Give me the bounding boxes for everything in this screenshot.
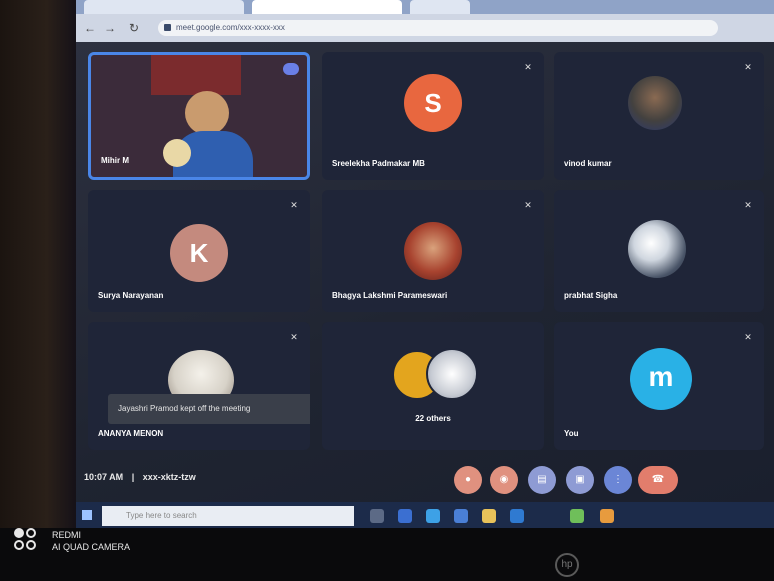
meet-control-bar: 10:07 AM | xxx-xktz-tzw ● ◉ ▤ ▣ ⋮ ☎ [76,460,774,502]
others-count: 22 others [415,414,451,423]
participant-name: Surya Narayanan [98,291,164,300]
participant-face [185,91,229,135]
mic-muted-icon: ✕ [744,332,752,342]
taskbar-search-placeholder: Type here to search [126,511,197,520]
url-text: meet.google.com/xxx-xxxx-xxx [176,23,285,32]
browser-tab-1[interactable] [84,0,244,14]
back-arrow-icon[interactable]: ← [82,20,98,36]
mic-muted-icon: ✕ [524,62,532,72]
edge-icon[interactable] [398,509,412,523]
mic-toggle-button[interactable]: ● [454,466,482,494]
mic-muted-icon: ✕ [744,62,752,72]
browser-tab-3[interactable] [410,0,470,14]
mic-muted-icon: ✕ [290,200,298,210]
camera-icon: ◉ [499,474,509,485]
participant-tile-7[interactable]: ✕ Jayashri Pramod kept off the meeting A… [88,322,310,450]
browser-tab-active[interactable] [252,0,402,14]
participant-name: prabhat Sigha [564,291,618,300]
participant-name: vinod kumar [564,159,612,168]
captions-button[interactable]: ▤ [528,466,556,494]
participant-tile-3[interactable]: ✕ vinod kumar [554,52,764,180]
meet-grid: Mihir M ✕ S Sreelekha Padmakar MB ✕ vino… [76,42,774,502]
participant-name: Mihir M [101,156,129,165]
more-options-button[interactable]: ⋮ [604,466,632,494]
participant-tile-self[interactable]: ✕ m You [554,322,764,450]
windows-start-icon[interactable] [82,510,92,520]
present-icon: ▣ [575,474,585,485]
participant-name: Sreelekha Padmakar MB [332,159,425,168]
avatar-photo [628,220,686,278]
avatar-photo [404,222,462,280]
participant-name: ANANYA MENON [98,429,164,438]
chrome-icon[interactable] [570,509,584,523]
browser-tab-strip [76,0,774,14]
end-call-icon: ☎ [651,474,665,485]
participant-tile-4[interactable]: ✕ K Surya Narayanan [88,190,310,312]
participant-tile-2[interactable]: ✕ S Sreelekha Padmakar MB [322,52,544,180]
hp-logo-icon: hp [555,553,579,577]
participant-tile-5[interactable]: ✕ Bhagya Lakshmi Parameswari [322,190,544,312]
participant-tile-others[interactable]: 22 others [322,322,544,450]
participant-tile-1[interactable]: Mihir M [88,52,310,180]
mail-icon[interactable] [510,509,524,523]
meeting-time: 10:07 AM [84,472,124,482]
camera-toggle-button[interactable]: ◉ [490,466,518,494]
task-view-icon[interactable] [370,509,384,523]
participant-name: Bhagya Lakshmi Parameswari [332,291,448,300]
browser-chrome: ← → ↻ meet.google.com/xxx-xxxx-xxx [76,0,774,42]
reload-icon[interactable]: ↻ [126,20,142,36]
camera-lens-icon [14,528,44,554]
end-call-button[interactable]: ☎ [638,466,678,494]
speaking-indicator-icon [283,63,299,75]
forward-arrow-icon[interactable]: → [102,20,118,36]
mic-icon: ● [464,474,472,485]
avatar: S [404,74,462,132]
watermark-brand: REDMI [52,530,81,540]
participant-tile-6[interactable]: ✕ prabhat Sigha [554,190,764,312]
address-bar[interactable]: meet.google.com/xxx-xxxx-xxx [158,20,718,36]
avatar-photo [628,76,682,130]
mic-muted-icon: ✕ [290,332,298,342]
monitor-bezel-left [0,0,78,581]
meeting-time-code: 10:07 AM | xxx-xktz-tzw [84,472,196,482]
join-leave-notification: Jayashri Pramod kept off the meeting [108,394,310,424]
present-button[interactable]: ▣ [566,466,594,494]
avatar: K [170,224,228,282]
more-icon: ⋮ [613,474,623,485]
separator: | [131,472,135,482]
mic-muted-icon: ✕ [744,200,752,210]
laptop-screen: ← → ↻ meet.google.com/xxx-xxxx-xxx Mihir… [76,0,774,530]
taskbar-search[interactable]: Type here to search [102,506,354,526]
participant-name: You [564,429,579,438]
app-icon[interactable] [600,509,614,523]
lock-icon [164,24,171,31]
meeting-code: xxx-xktz-tzw [142,472,196,482]
windows-taskbar: Type here to search [76,502,774,530]
captions-icon: ▤ [537,474,547,485]
held-object [163,139,191,167]
store-icon[interactable] [454,509,468,523]
mic-muted-icon: ✕ [524,200,532,210]
avatar: m [630,348,692,410]
watermark-camera: AI QUAD CAMERA [52,542,131,552]
video-background [151,55,241,95]
file-explorer-icon[interactable] [426,509,440,523]
others-avatar-2 [426,348,478,400]
folder-icon[interactable] [482,509,496,523]
browser-nav-row: ← → ↻ meet.google.com/xxx-xxxx-xxx [76,16,774,40]
monitor-bezel-bottom [0,528,774,581]
